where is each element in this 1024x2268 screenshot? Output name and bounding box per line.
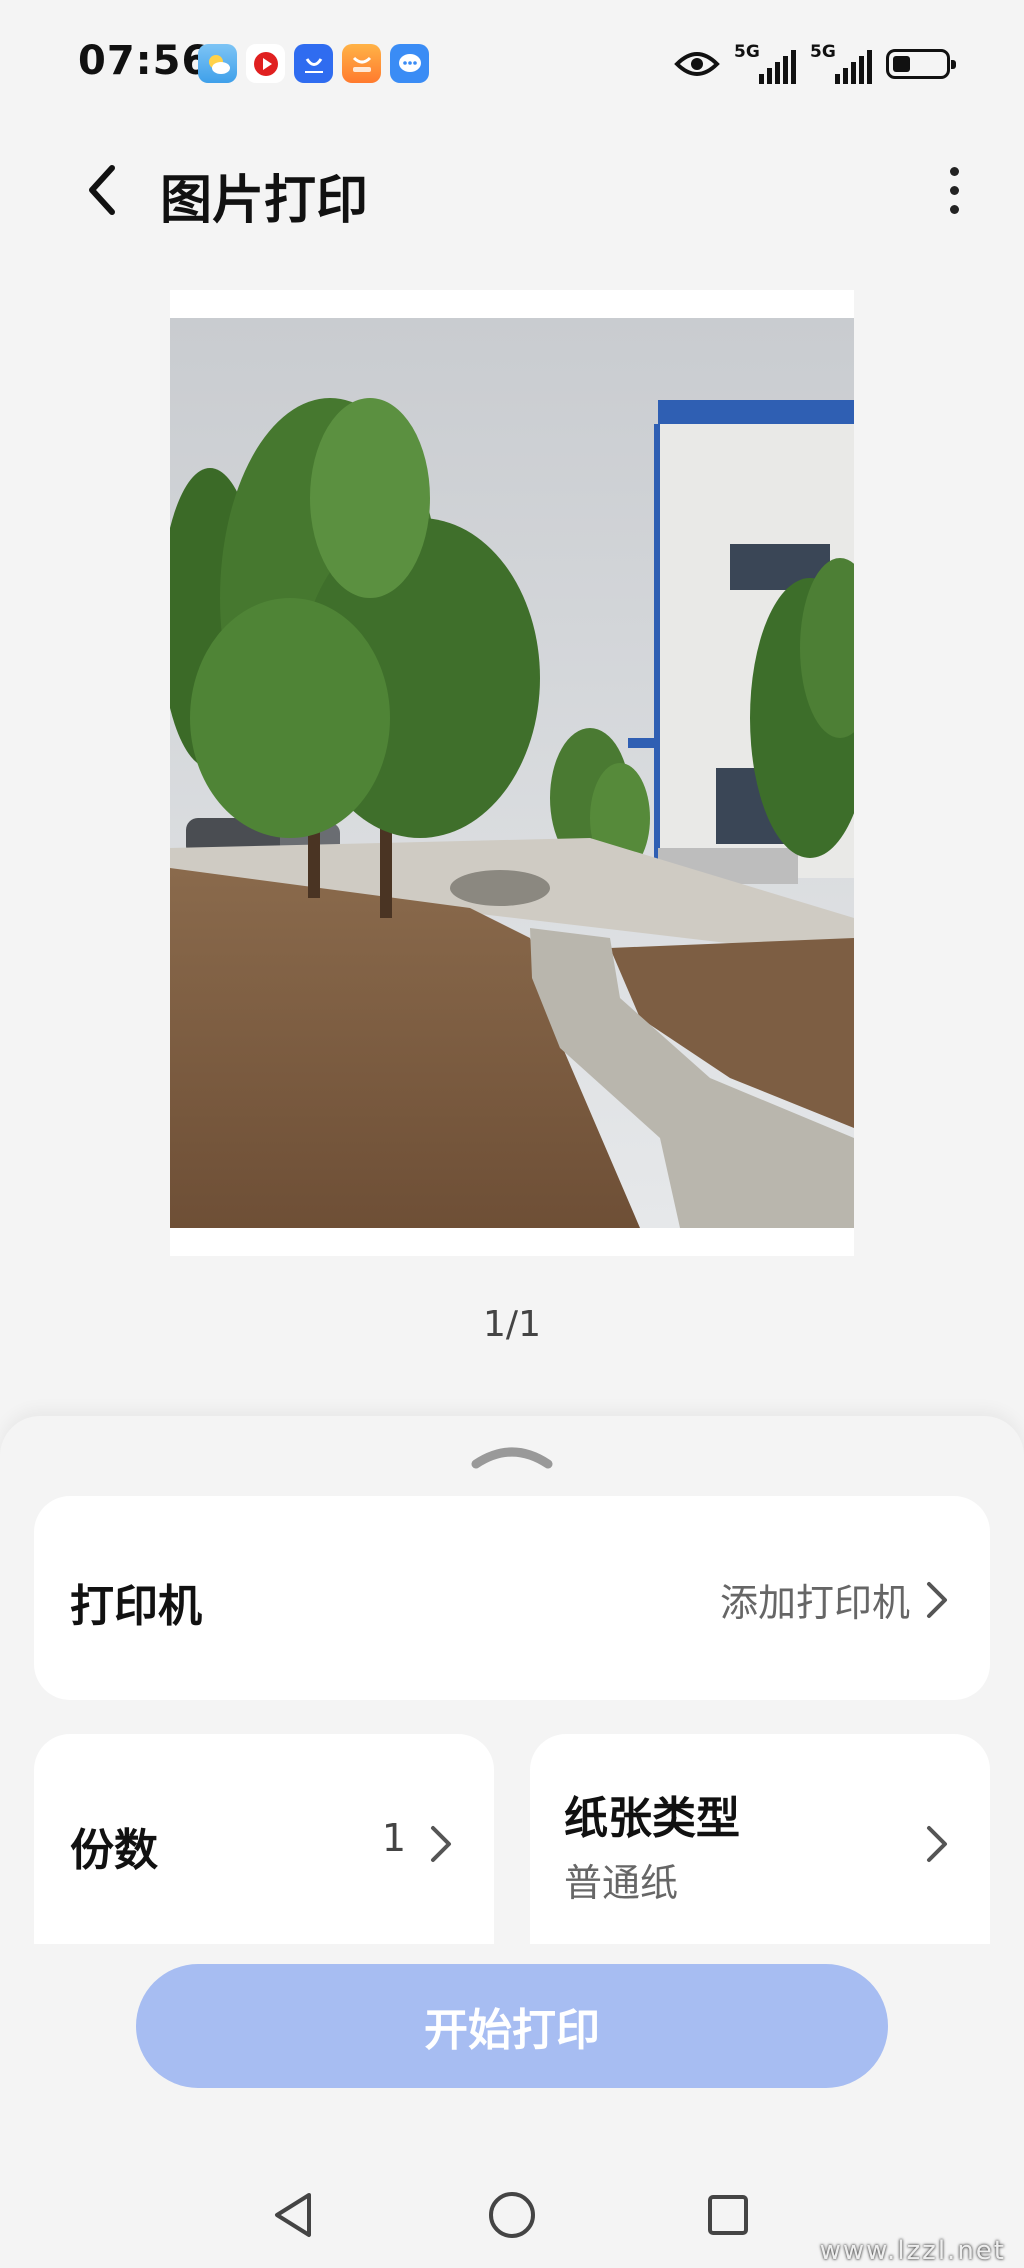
chevron-right-icon (927, 1826, 947, 1862)
copies-label: 份数 (70, 1825, 158, 1876)
page-indicator: 1/1 (483, 1304, 541, 1345)
circle-home-icon (489, 2192, 535, 2238)
printer-selector[interactable]: 打印机 添加打印机 (34, 1496, 990, 1700)
app-header: 图片打印 (0, 140, 1024, 240)
signal-5g-icon-1: 5G (734, 42, 796, 86)
status-time: 07:56 (78, 38, 211, 84)
signal-label-2: 5G (810, 42, 836, 62)
mall-icon (342, 44, 381, 83)
printer-label: 打印机 (70, 1581, 202, 1632)
print-preview[interactable] (170, 290, 854, 1256)
weather-icon (198, 44, 237, 83)
chevron-up-icon (471, 1447, 553, 1469)
start-print-button[interactable]: 开始打印 (136, 1964, 888, 2088)
printer-value: 添加打印机 (719, 1581, 910, 1625)
back-button[interactable] (72, 160, 132, 220)
expand-handle[interactable] (468, 1438, 556, 1474)
copies-selector[interactable]: 份数 1 (34, 1734, 494, 1944)
chevron-right-icon (431, 1826, 451, 1862)
more-dot-icon (949, 166, 959, 176)
more-options-button[interactable] (924, 156, 984, 224)
watermark: www.lzzl.net (819, 2236, 1006, 2266)
battery-icon (886, 49, 956, 79)
honor-store-icon (294, 44, 333, 83)
copies-value: 1 (381, 1816, 406, 1860)
preview-photo (170, 318, 854, 1228)
page-title: 图片打印 (160, 171, 369, 231)
system-icons: 5G 5G (674, 42, 956, 86)
chevron-right-icon (927, 1582, 947, 1618)
triangle-back-icon (275, 2193, 311, 2237)
nav-home-button[interactable] (477, 2180, 547, 2250)
more-dot-icon (949, 204, 959, 214)
signal-label-1: 5G (734, 42, 760, 62)
eye-icon (674, 52, 720, 76)
square-recents-icon (708, 2195, 748, 2235)
paper-type-selector[interactable]: 纸张类型 普通纸 (530, 1734, 990, 1944)
signal-5g-icon-2: 5G (810, 42, 872, 86)
paper-type-value: 普通纸 (564, 1861, 679, 1905)
notification-icons (198, 44, 429, 83)
nav-back-button[interactable] (258, 2180, 328, 2250)
nav-recents-button[interactable] (693, 2180, 763, 2250)
more-dot-icon (949, 185, 959, 195)
print-settings-sheet: 打印机 添加打印机 份数 1 纸张类型 普通纸 开始打印 (0, 1416, 1024, 2268)
paper-type-label: 纸张类型 (564, 1793, 740, 1844)
message-icon (390, 44, 429, 83)
back-arrow-icon (89, 165, 115, 215)
video-icon (246, 44, 285, 83)
status-bar: 07:56 5G 5G (0, 0, 1024, 130)
